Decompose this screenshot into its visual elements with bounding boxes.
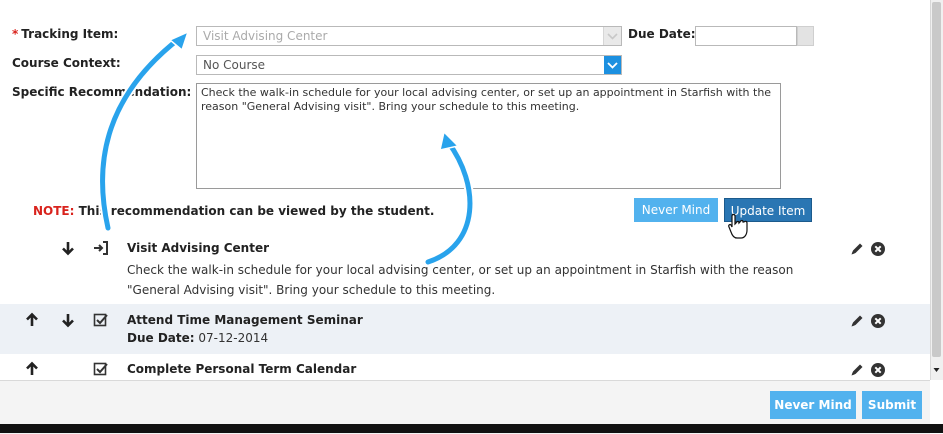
student-visibility-note: NOTE: This recommendation can be viewed … — [33, 204, 434, 218]
tracking-item-select[interactable]: Visit Advising Center — [196, 26, 622, 46]
due-date-label: Due Date: — [628, 27, 696, 41]
calendar-icon[interactable] — [797, 26, 814, 46]
course-context-select[interactable]: No Course — [196, 55, 622, 75]
due-date-input[interactable] — [695, 26, 797, 46]
sign-in-icon — [94, 241, 108, 255]
required-asterisk: * — [12, 27, 19, 41]
item-title: Attend Time Management Seminar — [127, 313, 363, 327]
item-title: Complete Personal Term Calendar — [127, 362, 357, 376]
note-text: This recommendation can be viewed by the… — [74, 204, 435, 218]
dialog-frame: * Tracking Item: Visit Advising Center Du… — [0, 0, 943, 434]
submit-button[interactable]: Submit — [862, 391, 922, 419]
due-date-label: Due Date: — [127, 331, 195, 345]
update-item-button[interactable]: Update Item — [724, 198, 812, 222]
note-label: NOTE: — [33, 204, 75, 218]
tracking-item-value: Visit Advising Center — [203, 29, 328, 43]
item-due-date: Due Date: 07-12-2014 — [127, 331, 268, 345]
arrow-up-icon[interactable] — [24, 361, 40, 377]
item-description: Check the walk-in schedule for your loca… — [127, 263, 794, 297]
footer-never-mind-button[interactable]: Never Mind — [770, 391, 856, 419]
pencil-icon[interactable] — [849, 362, 865, 378]
chevron-down-icon — [604, 56, 621, 74]
chevron-down-icon — [603, 27, 621, 45]
arrow-down-icon[interactable] — [60, 240, 76, 256]
arrow-up-icon[interactable] — [24, 312, 40, 328]
scrollbar-thumb[interactable] — [932, 2, 941, 357]
pencil-icon[interactable] — [849, 313, 865, 329]
never-mind-button[interactable]: Never Mind — [634, 198, 718, 222]
recommendation-textarea[interactable]: Check the walk-in schedule for your loca… — [196, 83, 781, 189]
checkbox-icon — [93, 313, 108, 327]
arrow-down-icon[interactable] — [60, 312, 76, 328]
recommendation-label: Specific Recommendation: — [12, 85, 192, 99]
close-circle-icon[interactable] — [870, 241, 886, 257]
edit-task-panel: * Tracking Item: Visit Advising Center Du… — [0, 0, 930, 380]
list-item: Attend Time Management Seminar Due Date:… — [0, 304, 930, 354]
pencil-icon[interactable] — [849, 241, 865, 257]
item-title: Visit Advising Center — [127, 241, 270, 255]
course-context-label: Course Context: — [12, 56, 121, 70]
due-date-value: 07-12-2014 — [194, 331, 269, 345]
list-item: Complete Personal Term Calendar — [0, 355, 930, 380]
close-circle-icon[interactable] — [870, 362, 886, 378]
close-circle-icon[interactable] — [870, 313, 886, 329]
checkbox-icon — [93, 362, 108, 376]
course-context-value: No Course — [203, 58, 266, 72]
tracking-item-label-text: Tracking Item: — [21, 27, 119, 41]
window-edge — [0, 424, 943, 433]
tracking-item-label: * Tracking Item: — [12, 27, 118, 41]
list-item: Visit Advising Center Check the walk-in … — [0, 230, 930, 303]
scroll-down-icon[interactable] — [932, 364, 941, 376]
